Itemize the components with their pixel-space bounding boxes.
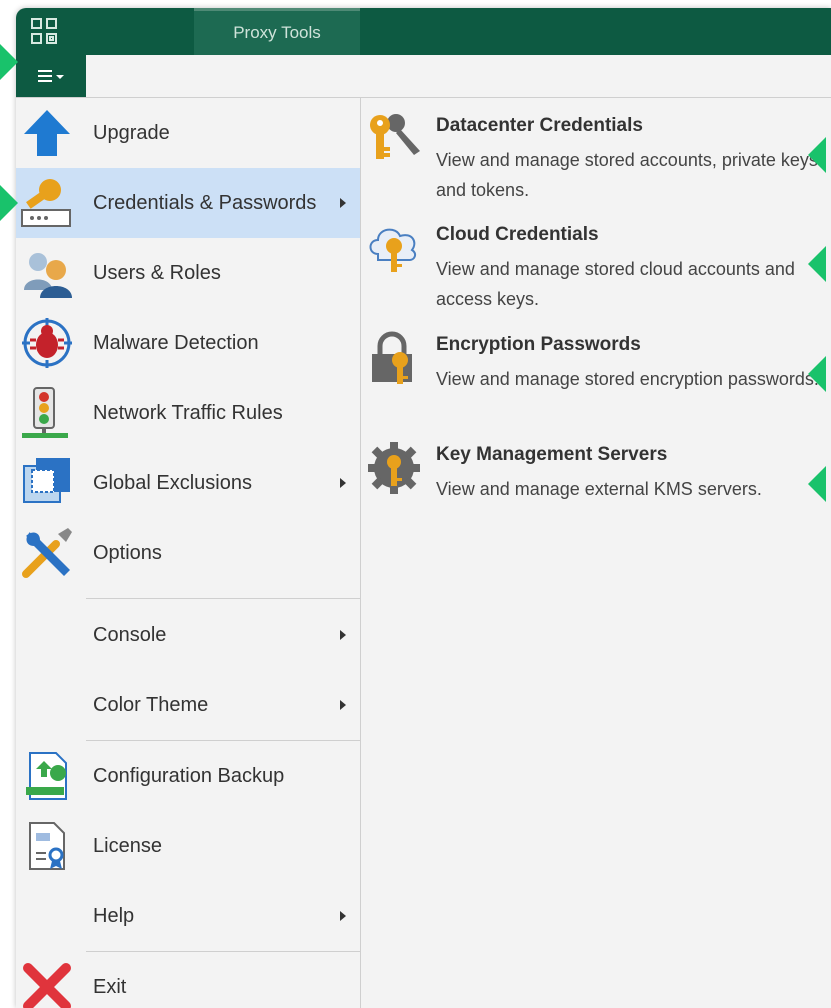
menu-item-label: Network Traffic Rules xyxy=(93,401,283,424)
wrench-screwdriver-icon xyxy=(22,528,72,578)
app-window: Proxy Tools Upgrade Credentials & Passwo… xyxy=(16,8,831,1008)
menu-item-exit[interactable]: Exit xyxy=(16,952,360,1008)
chevron-right-icon xyxy=(340,700,346,710)
submenu-item-datacenter-credentials[interactable]: Datacenter Credentials View and manage s… xyxy=(366,111,831,211)
callout-marker xyxy=(0,185,18,221)
menu-item-label: Options xyxy=(93,541,162,564)
menu-item-license[interactable]: License xyxy=(16,811,360,881)
tab-proxy-tools[interactable]: Proxy Tools xyxy=(194,8,360,55)
menu-item-label: Color Theme xyxy=(93,693,209,716)
menu-item-users-roles[interactable]: Users & Roles xyxy=(16,238,360,308)
config-backup-icon xyxy=(26,752,67,800)
exclusion-frame-icon xyxy=(23,458,70,503)
datacenter-keys-icon xyxy=(370,114,420,159)
submenu-item-cloud-credentials[interactable]: Cloud Credentials View and manage stored… xyxy=(366,220,831,320)
callout-marker xyxy=(808,356,826,392)
menu-item-credentials-passwords[interactable]: Credentials & Passwords xyxy=(16,168,360,238)
callout-marker xyxy=(808,137,826,173)
app-logo-icon[interactable] xyxy=(30,17,58,45)
submenu-item-encryption-passwords[interactable]: Encryption Passwords View and manage sto… xyxy=(366,330,831,430)
submenu-item-title: Key Management Servers xyxy=(436,444,668,465)
callout-marker xyxy=(808,466,826,502)
menu-item-console[interactable]: Console xyxy=(16,600,360,670)
gear-key-icon xyxy=(368,442,420,494)
menu-item-label: Console xyxy=(93,623,167,646)
menu-item-configuration-backup[interactable]: Configuration Backup xyxy=(16,741,360,811)
traffic-light-icon xyxy=(22,387,68,438)
chevron-right-icon xyxy=(340,911,346,921)
toolbar xyxy=(16,55,831,98)
submenu-item-key-management-servers[interactable]: Key Management Servers View and manage e… xyxy=(366,440,831,540)
menu-item-label: Help xyxy=(93,904,135,927)
menu-item-label: Upgrade xyxy=(93,121,170,144)
malware-bug-icon xyxy=(22,318,72,368)
chevron-right-icon xyxy=(340,630,346,640)
main-menu-button[interactable] xyxy=(16,55,86,97)
hamburger-menu-icon xyxy=(38,70,52,82)
menu-item-label: Malware Detection xyxy=(93,331,259,354)
users-icon xyxy=(24,253,72,298)
chevron-right-icon xyxy=(340,198,346,208)
upgrade-arrow-icon xyxy=(24,110,70,156)
callout-marker xyxy=(0,44,18,80)
menu-item-label: License xyxy=(93,834,162,857)
padlock-key-icon xyxy=(372,331,412,384)
submenu-item-description: View and manage stored encryption passwo… xyxy=(436,369,819,389)
callout-marker xyxy=(808,246,826,282)
submenu-item-description: View and manage external KMS servers. xyxy=(436,479,762,499)
menu-item-global-exclusions[interactable]: Global Exclusions xyxy=(16,448,360,518)
menu-item-malware-detection[interactable]: Malware Detection xyxy=(16,308,360,378)
submenu-item-description: View and manage stored cloud accounts an… xyxy=(436,259,795,309)
submenu-item-title: Datacenter Credentials xyxy=(436,115,643,136)
submenu-item-title: Encryption Passwords xyxy=(436,334,641,355)
cloud-key-icon xyxy=(369,228,417,272)
menu-item-color-theme[interactable]: Color Theme xyxy=(16,670,360,740)
menu-item-upgrade[interactable]: Upgrade xyxy=(16,98,360,168)
license-icon xyxy=(29,822,65,870)
submenu-item-description: View and manage stored accounts, private… xyxy=(436,150,818,200)
menu-item-label: Credentials & Passwords xyxy=(93,191,317,214)
menu-item-label: Exit xyxy=(93,975,127,998)
menu-item-label: Users & Roles xyxy=(93,261,221,284)
submenu-item-title: Cloud Credentials xyxy=(436,224,599,245)
menu-item-options[interactable]: Options xyxy=(16,518,360,588)
menu-item-label: Global Exclusions xyxy=(93,471,252,494)
key-icon xyxy=(21,179,71,227)
chevron-right-icon xyxy=(340,478,346,488)
menu-item-network-traffic-rules[interactable]: Network Traffic Rules xyxy=(16,378,360,448)
main-menu: Upgrade Credentials & Passwords Users & … xyxy=(16,98,361,1008)
caret-down-icon xyxy=(56,75,64,79)
title-bar: Proxy Tools xyxy=(16,8,831,55)
menu-separator xyxy=(86,598,360,599)
menu-item-label: Configuration Backup xyxy=(93,764,285,787)
menu-item-help[interactable]: Help xyxy=(16,881,360,951)
exit-x-icon xyxy=(23,963,71,1008)
